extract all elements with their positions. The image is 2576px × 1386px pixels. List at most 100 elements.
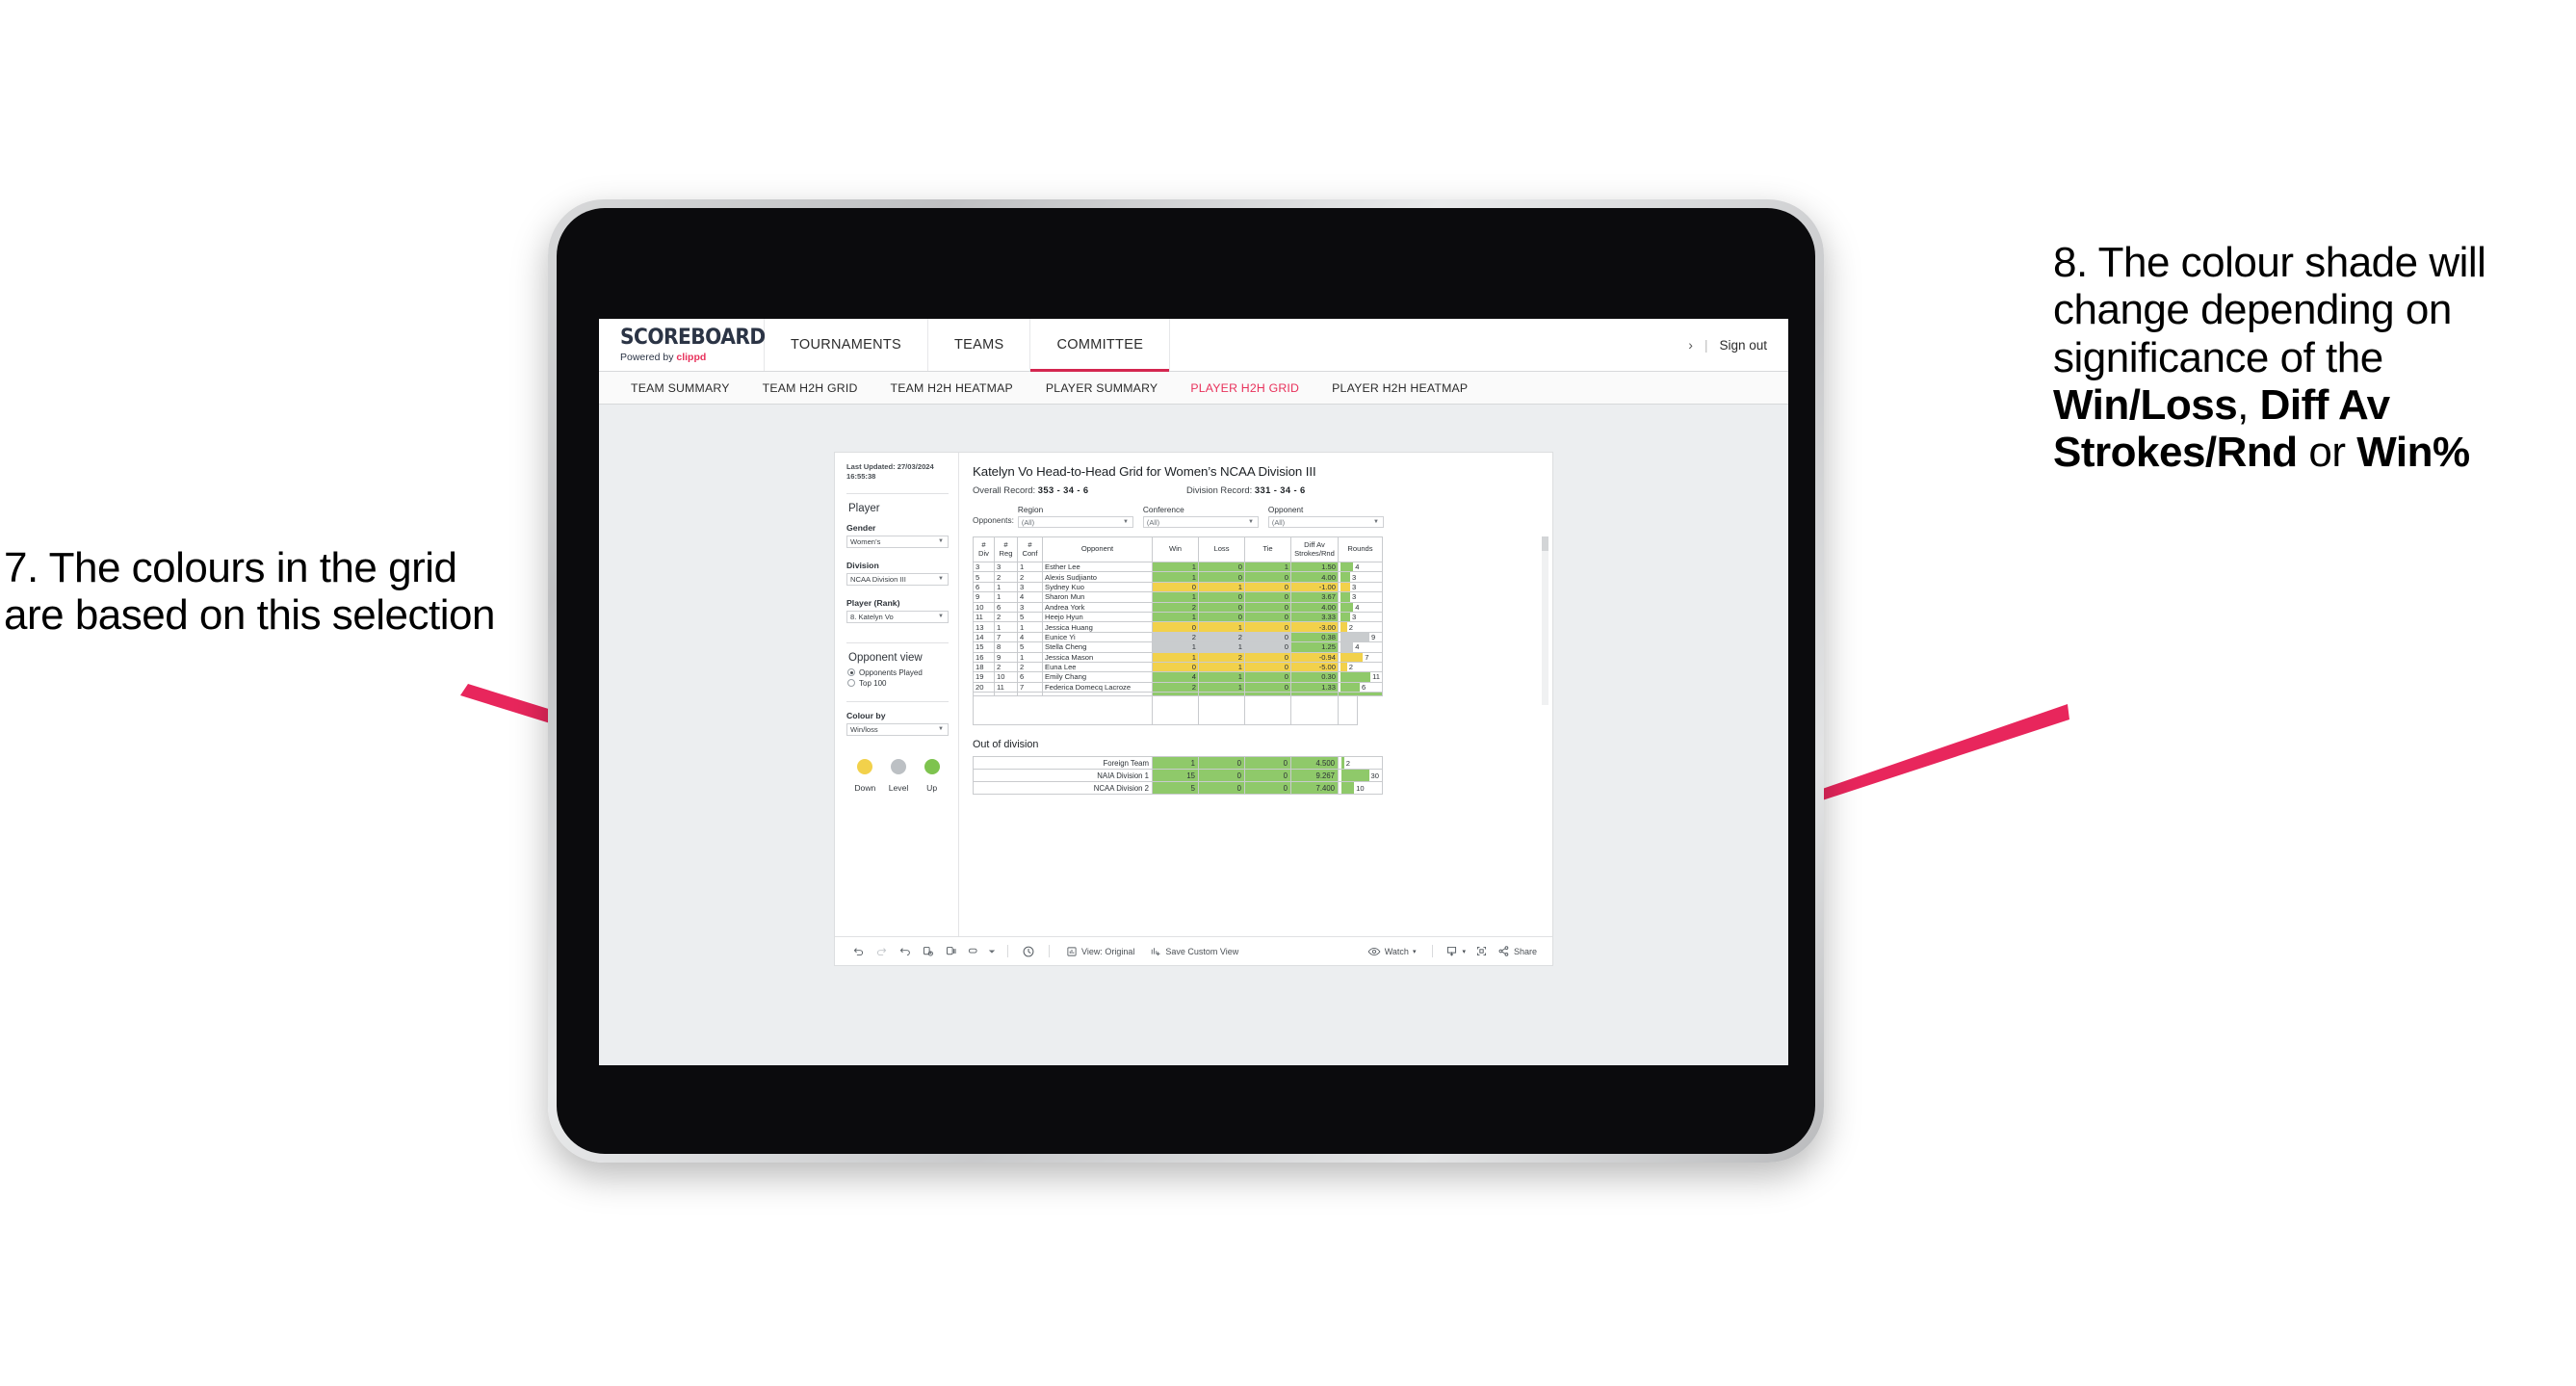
table-row[interactable]: 3 3 1 Esther Lee 1 0 1 1.50 4 [973, 561, 1383, 573]
table-row[interactable]: 10 6 3 Andrea York 2 0 0 4.00 4 [973, 601, 1383, 613]
cell-opponent: Esther Lee [1042, 561, 1153, 573]
chevron-right-icon[interactable]: › [1688, 337, 1693, 353]
subnav-player-h2h-heatmap[interactable]: PLAYER H2H HEATMAP [1315, 381, 1484, 395]
cell-loss: 2 [1198, 631, 1245, 643]
radio-top-100[interactable]: Top 100 [847, 679, 949, 688]
colour-by-label: Colour by [846, 710, 886, 720]
table-row[interactable]: 19 10 6 Emily Chang 4 1 0 0.30 11 [973, 671, 1383, 683]
table-row[interactable]: 14 7 4 Eunice Yi 2 2 0 0.38 9 [973, 631, 1383, 643]
radio-opponents-played[interactable]: Opponents Played [847, 668, 949, 677]
conference-filter-value: (All) [1146, 517, 1160, 527]
table-row[interactable]: Foreign Team 1 0 0 4.500 2 [973, 756, 1383, 771]
cell-diff: 4.00 [1290, 601, 1339, 613]
col-loss: Loss [1198, 536, 1245, 562]
history-icon[interactable] [1017, 940, 1040, 963]
cell-tie: 0 [1244, 631, 1291, 643]
overall-record-value: 353 - 34 - 6 [1037, 484, 1089, 495]
cell-rounds-value: 4 [1355, 602, 1360, 612]
cell-reg: 1 [994, 621, 1018, 633]
grid-scrollbar-thumb[interactable] [1542, 536, 1548, 551]
cell-conf: 3 [1017, 581, 1043, 593]
view-original-button[interactable]: View: Original [1058, 946, 1142, 957]
cell-rounds: 3 [1338, 611, 1383, 623]
annotation-right-pre: 8. The colour shade will change dependin… [2053, 239, 2486, 381]
cell-win: 0 [1152, 661, 1199, 673]
cell-rounds-value: 4 [1355, 642, 1360, 652]
viz-toolbar: View: Original Save Custom View Watch ▾ … [835, 936, 1552, 965]
subnav-team-summary[interactable]: TEAM SUMMARY [614, 381, 746, 395]
cell-partial [973, 692, 995, 697]
last-updated-text: Last Updated: 27/03/2024 16:55:38 [846, 462, 934, 482]
tablet-device: SCOREBOARD Powered by clippd TOURNAMENTS… [548, 199, 1824, 1163]
grid-scrollbar[interactable] [1542, 536, 1548, 705]
cell-conf: 1 [1017, 561, 1043, 573]
table-row[interactable]: 18 2 2 Euna Lee 0 1 0 -5.00 2 [973, 661, 1383, 673]
dashboard-canvas: Last Updated: 27/03/2024 16:55:38 Player… [599, 405, 1788, 1065]
brand-logo[interactable]: SCOREBOARD Powered by clippd [599, 319, 766, 371]
cell-win: 1 [1152, 611, 1199, 623]
table-row[interactable]: 5 2 2 Alexis Sudjianto 1 0 0 4.00 3 [973, 571, 1383, 583]
cell-tie: 0 [1244, 621, 1291, 633]
cell-reg: 7 [994, 631, 1018, 643]
subnav-player-summary[interactable]: PLAYER SUMMARY [1029, 381, 1174, 395]
undo-icon[interactable] [846, 940, 870, 963]
player-rank-label: Player (Rank) [846, 597, 900, 608]
colour-by-select[interactable]: Win/loss ▼ [846, 722, 949, 736]
legend-dot-level [891, 758, 906, 774]
caret-icon[interactable] [985, 940, 999, 963]
subnav-team-h2h-heatmap[interactable]: TEAM H2H HEATMAP [874, 381, 1029, 395]
cell-tie: 0 [1244, 611, 1291, 623]
nav-tab-tournaments[interactable]: TOURNAMENTS [765, 319, 929, 371]
legend-item-up: Up [915, 758, 949, 793]
conference-filter-select[interactable]: (All) ▼ [1142, 516, 1259, 528]
divider [846, 641, 949, 643]
refresh-icon[interactable] [916, 940, 939, 963]
table-row[interactable]: 15 8 5 Stella Cheng 1 1 0 1.25 4 [973, 641, 1383, 653]
h2h-grid-table: #Div #Reg #Conf Opponent Win Loss Tie [973, 536, 1383, 697]
chevron-down-icon: ▾ [1462, 948, 1466, 955]
table-row[interactable]: NCAA Division 2 5 0 0 7.400 10 [973, 781, 1383, 796]
sign-out-link[interactable]: Sign out [1719, 338, 1767, 353]
cell-win: 1 [1152, 651, 1199, 663]
gender-label: Gender [846, 522, 876, 533]
divider [846, 700, 949, 702]
subnav-player-h2h-grid[interactable]: PLAYER H2H GRID [1174, 381, 1315, 395]
table-row[interactable]: 9 1 4 Sharon Mun 1 0 0 3.67 3 [973, 591, 1383, 603]
fullscreen-button[interactable] [1470, 945, 1494, 957]
cell-tie: 0 [1244, 601, 1291, 613]
save-custom-view-button[interactable]: Save Custom View [1142, 946, 1246, 957]
cell-rounds: 2 [1338, 621, 1383, 633]
player-rank-select[interactable]: 8. Katelyn Vo ▼ [846, 610, 949, 623]
region-filter-select[interactable]: (All) ▼ [1017, 516, 1133, 528]
redo-icon[interactable] [870, 940, 893, 963]
cell-ood-loss: 0 [1198, 756, 1245, 771]
radio-icon [847, 668, 855, 676]
cell-rounds: 3 [1338, 581, 1383, 593]
table-row[interactable]: 6 1 3 Sydney Kuo 0 1 0 -1.00 3 [973, 581, 1383, 593]
division-select[interactable]: NCAA Division III ▼ [846, 572, 949, 586]
opponent-filter-select[interactable]: (All) ▼ [1267, 516, 1384, 528]
nav-tab-committee[interactable]: COMMITTEE [1030, 319, 1171, 372]
share-button[interactable]: Share [1494, 945, 1541, 957]
cell-rounds-value: 9 [1371, 632, 1376, 641]
filter-icon[interactable] [962, 940, 985, 963]
cell-ood-win: 1 [1152, 756, 1199, 771]
table-row[interactable]: 11 2 5 Heejo Hyun 1 0 0 3.33 3 [973, 611, 1383, 623]
revert-icon[interactable] [893, 940, 916, 963]
col-rounds: Rounds [1338, 536, 1383, 562]
table-row[interactable]: 20 11 7 Federica Domecq Lacroze 2 1 0 1.33 6 [973, 681, 1383, 693]
table-row[interactable]: 13 1 1 Jessica Huang 0 1 0 -3.00 2 [973, 621, 1383, 633]
cell-win: 1 [1152, 641, 1199, 653]
watch-button[interactable]: Watch ▾ [1360, 946, 1424, 957]
annotation-right-mid1: , [2237, 380, 2260, 429]
table-row[interactable]: 16 9 1 Jessica Mason 1 2 0 -0.94 7 [973, 651, 1383, 663]
nav-tab-teams[interactable]: TEAMS [928, 319, 1031, 371]
table-row[interactable]: NAIA Division 1 15 0 0 9.267 30 [973, 769, 1383, 783]
gender-select[interactable]: Women’s ▼ [846, 535, 949, 548]
pause-icon[interactable] [939, 940, 962, 963]
subnav-team-h2h-grid[interactable]: TEAM H2H GRID [746, 381, 874, 395]
download-button[interactable]: ▾ [1442, 945, 1470, 957]
cell-loss: 2 [1198, 651, 1245, 663]
cell-diff: 3.67 [1290, 591, 1339, 603]
radio-label: Top 100 [859, 678, 887, 688]
